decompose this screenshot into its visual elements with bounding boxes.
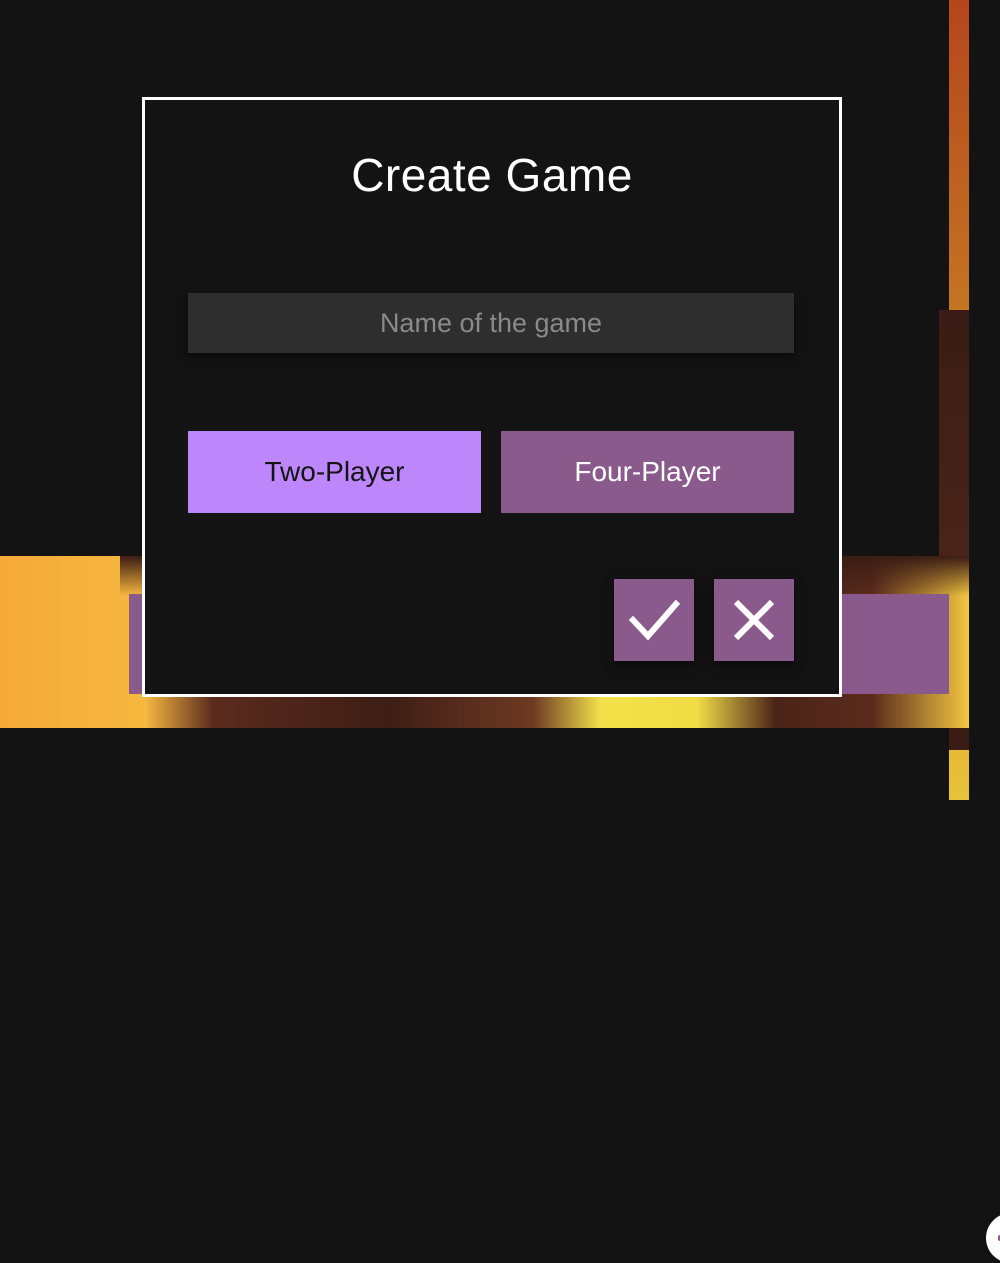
two-player-button[interactable]: Two-Player [188,431,481,513]
create-game-dialog: Create Game Two-Player Four-Player [142,97,842,697]
background-bottom-strip [0,728,949,800]
confirm-button[interactable] [614,579,694,661]
four-player-button[interactable]: Four-Player [501,431,794,513]
close-icon [733,599,775,641]
dialog-title: Create Game [351,149,633,201]
checkmark-icon [628,599,681,641]
plus-circle-icon[interactable] [986,1213,1000,1263]
game-name-input[interactable] [188,293,794,353]
cancel-button[interactable] [714,579,794,661]
